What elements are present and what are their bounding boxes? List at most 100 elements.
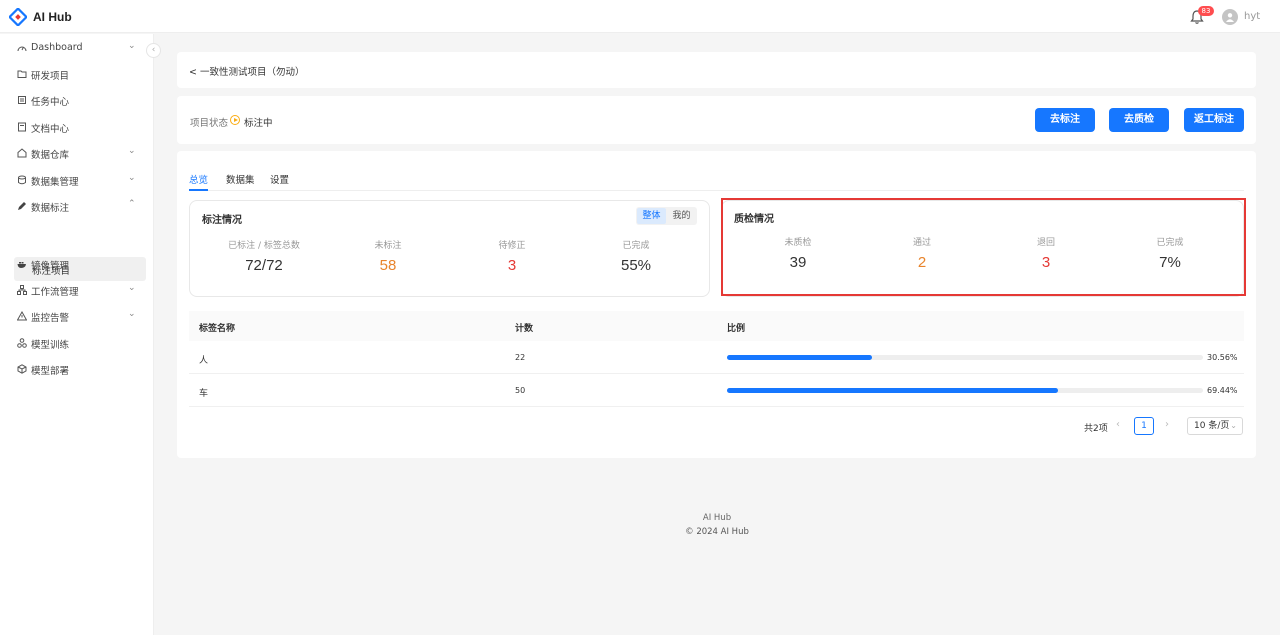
model-training-icon xyxy=(17,338,27,348)
scope-segmented-control: 整体 我的 xyxy=(636,207,697,225)
alert-icon xyxy=(17,311,27,321)
sidebar-item-label: 镜像管理 xyxy=(31,261,70,272)
column-header: 计数 xyxy=(515,324,534,334)
tab-divider xyxy=(189,190,1244,191)
footer-app-name: AI Hub xyxy=(702,513,732,523)
annotation-stats-panel: 标注情况 整体 我的 已标注 / 标签总数 72/72 未标注 58 待修正 3… xyxy=(189,200,710,297)
sidebar-item-label: 工作流管理 xyxy=(31,287,79,298)
annotation-panel-title: 标注情况 xyxy=(202,215,242,226)
back-link[interactable]: < 一致性测试项目（勿动） xyxy=(189,64,305,78)
footer-copyright: © 2024 AI Hub xyxy=(685,527,749,537)
sidebar-item-label: 监控告警 xyxy=(31,313,70,324)
page-number-button[interactable]: 1 xyxy=(1134,417,1154,435)
workflow-icon xyxy=(17,285,27,295)
cell-percent: 30.56% xyxy=(1207,353,1238,362)
table-row: 人 22 30.56% xyxy=(189,341,1244,374)
sidebar: Dashboard ⌄ 研发项目 任务中心 文档中心 数据仓库 ⌄ 数据集管理 … xyxy=(0,34,154,635)
stat-label: 待修正 xyxy=(498,241,526,251)
stat-unannotated: 未标注 58 xyxy=(328,238,448,274)
pen-icon xyxy=(18,202,26,210)
ratio-progress-bar xyxy=(727,355,1203,360)
ratio-progress-fill xyxy=(727,355,873,360)
folder-icon xyxy=(17,70,27,78)
prev-page-icon[interactable]: ‹ xyxy=(1116,419,1120,430)
dashboard-icon xyxy=(17,46,27,52)
notification-badge: 83 xyxy=(1198,6,1214,16)
chevron-down-icon: ⌄ xyxy=(128,41,136,51)
ai-hub-logo-icon[interactable] xyxy=(9,8,27,26)
user-icon xyxy=(1226,13,1234,22)
stat-to-fix: 待修正 3 xyxy=(452,238,572,274)
ratio-progress-bar xyxy=(727,388,1203,393)
database-icon xyxy=(18,175,26,185)
sidebar-item-annotation[interactable]: 数据标注 ⌃ xyxy=(0,194,154,218)
column-header: 标签名称 xyxy=(199,324,236,334)
cube-icon xyxy=(17,364,27,374)
rework-annotate-button[interactable]: 返工标注 xyxy=(1184,108,1244,132)
sidebar-item-model-deploy[interactable]: 模型部署 xyxy=(0,357,154,381)
sidebar-item-label: 数据标注 xyxy=(31,203,70,214)
project-status-value: 标注中 xyxy=(244,118,273,129)
breadcrumb: < 一致性测试项目（勿动） xyxy=(177,52,1256,88)
qc-highlight-box xyxy=(721,198,1246,296)
stat-value: 58 xyxy=(379,257,397,274)
ratio-progress-fill xyxy=(727,388,1058,393)
cell-count: 50 xyxy=(515,386,526,395)
stat-label: 已完成 xyxy=(622,241,650,251)
sidebar-item-warehouse[interactable]: 数据仓库 ⌄ xyxy=(0,141,154,165)
top-bar: AI Hub 83 hyt xyxy=(0,0,1280,33)
cell-label-name: 人 xyxy=(199,356,209,366)
tab-datasets[interactable]: 数据集 xyxy=(226,172,255,186)
sidebar-item-datasets[interactable]: 数据集管理 ⌄ xyxy=(0,168,154,192)
document-icon xyxy=(18,122,26,132)
sidebar-collapse-button[interactable]: ‹ xyxy=(146,43,161,58)
pagination-total: 共2项 xyxy=(1084,424,1108,434)
stat-value: 72/72 xyxy=(245,257,283,274)
page-size-select[interactable]: 10 条/页 ⌄ xyxy=(1187,417,1243,435)
back-arrow-icon: < xyxy=(189,67,197,78)
sidebar-item-label: 任务中心 xyxy=(31,97,70,108)
stat-completed: 已完成 55% xyxy=(576,238,696,274)
tab-settings[interactable]: 设置 xyxy=(270,172,289,186)
stat-annotated-total: 已标注 / 标签总数 72/72 xyxy=(204,238,324,274)
go-annotate-button[interactable]: 去标注 xyxy=(1035,108,1095,132)
stat-label: 已标注 / 标签总数 xyxy=(228,241,300,251)
project-status-card: 项目状态 标注中 去标注 去质检 返工标注 xyxy=(177,96,1256,144)
column-header: 比例 xyxy=(727,324,746,334)
cell-percent: 69.44% xyxy=(1207,386,1238,395)
sidebar-item-label: 模型训练 xyxy=(31,340,70,351)
cell-label-name: 车 xyxy=(199,389,209,399)
sidebar-item-label: 数据仓库 xyxy=(31,150,70,161)
sidebar-item-workflow[interactable]: 工作流管理 ⌄ xyxy=(0,278,154,302)
sidebar-item-label: 研发项目 xyxy=(31,71,70,82)
go-qc-button[interactable]: 去质检 xyxy=(1109,108,1169,132)
sidebar-item-docs[interactable]: 文档中心 xyxy=(0,115,154,139)
segment-overall[interactable]: 整体 xyxy=(637,208,666,224)
table-row: 车 50 69.44% xyxy=(189,374,1244,407)
sidebar-item-dashboard[interactable]: Dashboard ⌄ xyxy=(0,36,154,60)
table-header: 标签名称 计数 比例 xyxy=(189,311,1244,341)
play-circle-icon xyxy=(230,115,240,125)
sidebar-item-monitoring[interactable]: 监控告警 ⌄ xyxy=(0,304,154,328)
sidebar-item-model-training[interactable]: 模型训练 xyxy=(0,331,154,355)
page-size-value: 10 条/页 xyxy=(1194,421,1230,431)
tab-overview[interactable]: 总览 xyxy=(189,172,208,186)
docker-icon xyxy=(17,262,26,268)
project-status-label: 项目状态 xyxy=(190,118,229,129)
overview-card: 总览 数据集 设置 标注情况 整体 我的 已标注 / 标签总数 72/72 未标… xyxy=(177,151,1256,458)
segment-mine[interactable]: 我的 xyxy=(667,208,696,224)
avatar[interactable] xyxy=(1222,9,1238,25)
next-page-icon[interactable]: › xyxy=(1165,419,1169,430)
sidebar-item-projects[interactable]: 研发项目 xyxy=(0,62,154,86)
stat-label: 未标注 xyxy=(374,241,402,251)
app-name: AI Hub xyxy=(33,10,72,24)
sidebar-item-images[interactable]: 镜像管理 xyxy=(0,252,154,276)
sidebar-item-label: 模型部署 xyxy=(31,366,70,377)
warehouse-icon xyxy=(17,148,27,158)
chevron-down-icon: ⌄ xyxy=(128,309,136,319)
sidebar-item-tasks[interactable]: 任务中心 xyxy=(0,88,154,112)
chevron-up-icon: ⌃ xyxy=(128,199,136,209)
chevron-down-icon: ⌄ xyxy=(1230,421,1237,430)
chevron-down-icon: ⌄ xyxy=(128,283,136,293)
user-name[interactable]: hyt xyxy=(1244,11,1260,22)
